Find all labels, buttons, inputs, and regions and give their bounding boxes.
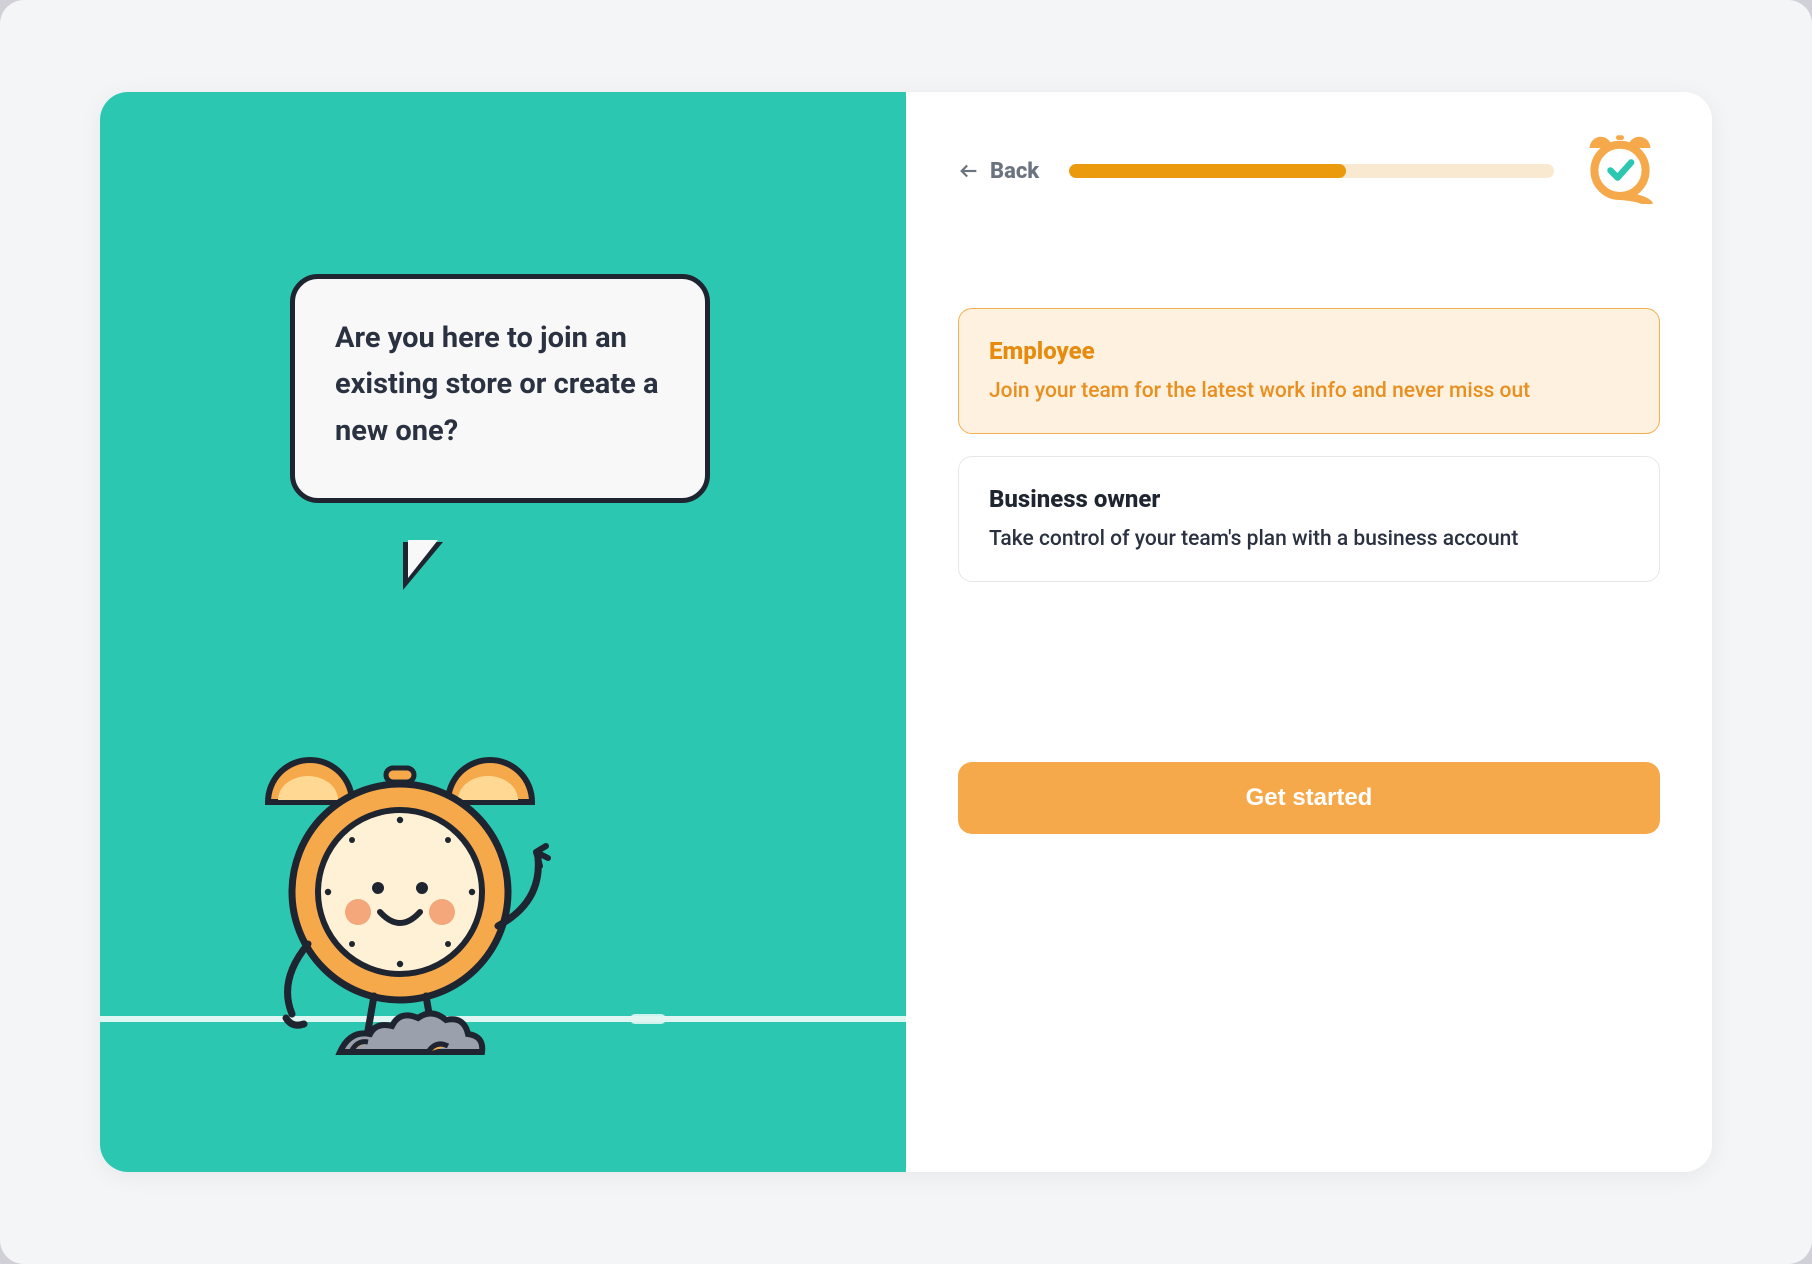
option-business-owner[interactable]: Business owner Take control of your team… [958, 456, 1660, 582]
header-row: Back [958, 154, 1660, 188]
option-title: Business owner [989, 485, 1629, 513]
illustration-panel: Are you here to join an existing store o… [100, 92, 906, 1172]
option-description: Join your team for the latest work info … [989, 379, 1629, 403]
progress-fill [1069, 164, 1345, 178]
onboarding-card: Are you here to join an existing store o… [100, 92, 1712, 1172]
brand-logo-icon [1580, 124, 1660, 204]
progress-bar [1069, 164, 1554, 178]
arrow-left-icon [958, 160, 980, 182]
option-title: Employee [989, 337, 1629, 365]
back-label: Back [990, 159, 1039, 184]
back-button[interactable]: Back [958, 159, 1039, 184]
get-started-button[interactable]: Get started [958, 762, 1660, 834]
speech-text: Are you here to join an existing store o… [335, 315, 665, 454]
option-description: Take control of your team's plan with a … [989, 527, 1629, 551]
app-window: Are you here to join an existing store o… [0, 0, 1812, 1264]
option-employee[interactable]: Employee Join your team for the latest w… [958, 308, 1660, 434]
clock-character-icon [240, 712, 560, 1072]
form-panel: Back Emplo [906, 92, 1712, 1172]
speech-bubble: Are you here to join an existing store o… [290, 274, 710, 503]
role-options: Employee Join your team for the latest w… [958, 308, 1660, 582]
